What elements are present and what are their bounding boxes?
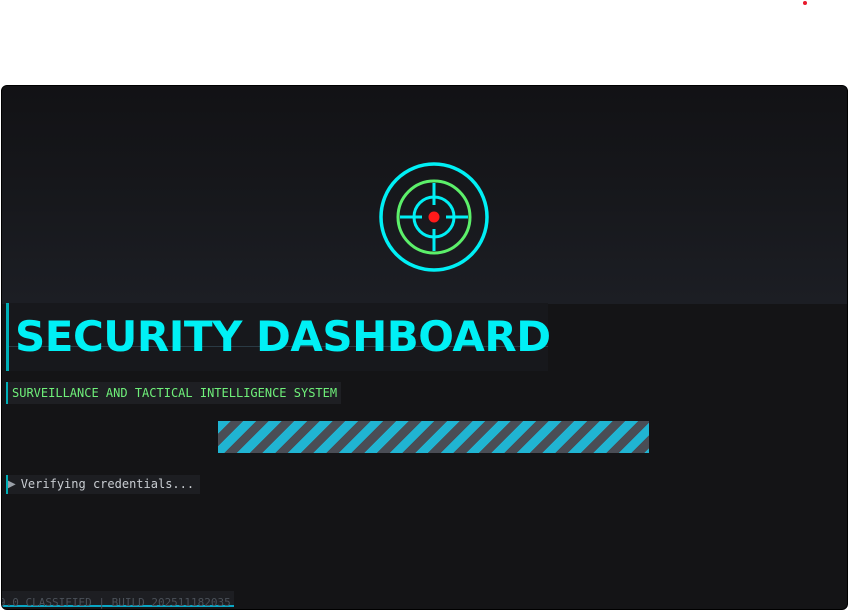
status-line: ▶ Verifying credentials...: [6, 475, 201, 494]
subtitle-panel: SURVEILLANCE AND TACTICAL INTELLIGENCE S…: [6, 382, 342, 404]
page-title: SECURITY DASHBOARD: [15, 312, 551, 361]
loading-progress-bar: [218, 421, 649, 453]
status-text: Verifying credentials...: [20, 477, 195, 491]
app-window: SECURITY DASHBOARD SURVEILLANCE AND TACT…: [1, 85, 848, 610]
title-panel: SECURITY DASHBOARD: [6, 303, 551, 371]
hero-banner: [2, 86, 847, 304]
version-footer: 9.0 CLASSIFIED | BUILD 202511182035: [1, 591, 234, 609]
play-triangle-icon: ▶: [8, 479, 16, 490]
target-crosshair-icon: [379, 162, 489, 272]
page-subtitle: SURVEILLANCE AND TACTICAL INTELLIGENCE S…: [12, 386, 338, 400]
version-text: 9.0 CLASSIFIED | BUILD 202511182035: [1, 596, 231, 609]
indicator-dot: [803, 1, 807, 5]
